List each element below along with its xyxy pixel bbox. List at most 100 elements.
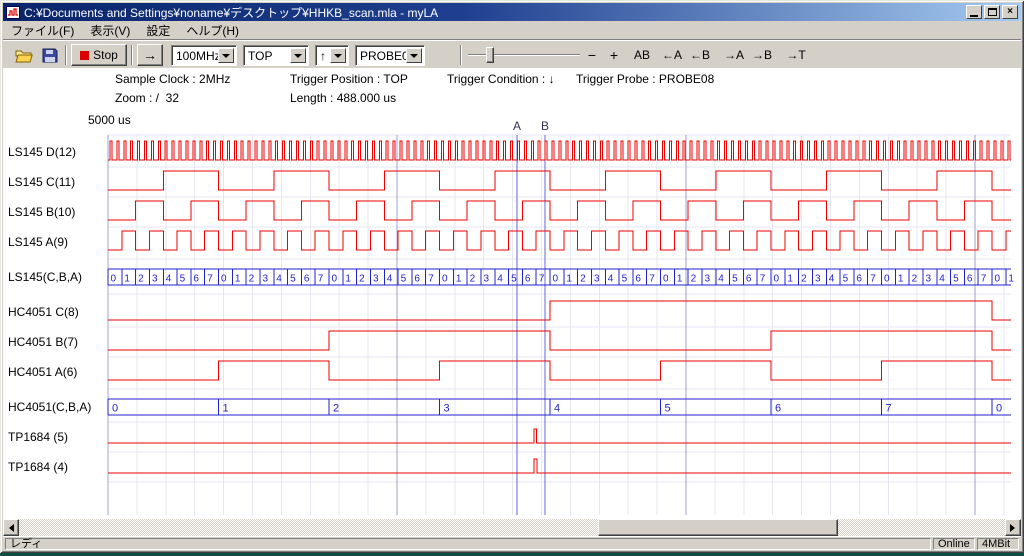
marker-layer: AB <box>513 119 549 515</box>
svg-text:2: 2 <box>801 274 807 285</box>
svg-text:5: 5 <box>290 274 296 285</box>
svg-text:3: 3 <box>594 274 600 285</box>
svg-text:4: 4 <box>497 274 503 285</box>
svg-text:2: 2 <box>580 274 586 285</box>
waveform-tp1684-4- <box>108 459 1011 473</box>
menu-view[interactable]: 表示(V) <box>82 20 138 41</box>
svg-text:0: 0 <box>442 274 448 285</box>
signal-layer: 0123456701234567012345670123456701234567… <box>108 141 1014 473</box>
svg-text:2: 2 <box>691 274 697 285</box>
goto-trigger-button[interactable]: →T <box>783 46 809 64</box>
close-button[interactable]: × <box>1002 5 1018 19</box>
stop-button[interactable]: Stop <box>71 44 127 66</box>
zoom-in-button[interactable]: + <box>605 46 623 64</box>
maximize-icon <box>988 8 997 16</box>
goto-b-left-button[interactable]: ←B <box>687 46 713 64</box>
minimize-icon <box>970 15 978 17</box>
svg-text:0: 0 <box>332 274 338 285</box>
svg-text:4: 4 <box>829 274 835 285</box>
goto-a-left-button[interactable]: ←A <box>659 46 685 64</box>
svg-text:1: 1 <box>223 403 229 415</box>
status-memory: 4MBit <box>977 538 1019 550</box>
clock-select[interactable]: 100MHz <box>171 45 237 66</box>
ab-span-button[interactable]: AB <box>629 46 655 64</box>
svg-text:6: 6 <box>775 403 781 415</box>
open-folder-icon <box>15 49 33 63</box>
svg-text:7: 7 <box>207 274 213 285</box>
svg-text:5: 5 <box>843 274 849 285</box>
svg-text:1: 1 <box>566 274 572 285</box>
svg-text:7: 7 <box>981 274 987 285</box>
svg-text:4: 4 <box>718 274 724 285</box>
svg-text:3: 3 <box>704 274 710 285</box>
svg-text:4: 4 <box>554 403 560 415</box>
chevron-down-icon[interactable] <box>406 48 422 63</box>
svg-text:2: 2 <box>470 274 476 285</box>
svg-text:0: 0 <box>112 403 118 415</box>
goto-b-right-button[interactable]: →B <box>749 46 775 64</box>
svg-text:6: 6 <box>525 274 531 285</box>
marker-label-B: B <box>541 119 549 133</box>
clock-select-value: 100MHz <box>176 48 221 64</box>
grid-layer <box>108 135 1011 515</box>
toolbar-separator <box>131 45 133 65</box>
svg-text:5: 5 <box>953 274 959 285</box>
svg-text:2: 2 <box>912 274 918 285</box>
waveform-ls145-b-10- <box>108 201 1011 220</box>
menu-file[interactable]: ファイル(F) <box>3 20 82 41</box>
save-button[interactable] <box>38 45 62 66</box>
chevron-down-icon[interactable] <box>330 48 346 63</box>
svg-text:4: 4 <box>276 274 282 285</box>
scroll-right-button[interactable] <box>1005 519 1021 536</box>
slider-thumb[interactable] <box>486 47 494 63</box>
minimize-button[interactable] <box>966 5 982 19</box>
svg-text:0: 0 <box>995 274 1001 285</box>
window-title: C:¥Documents and Settings¥noname¥デスクトップ¥… <box>24 4 966 21</box>
scroll-left-button[interactable] <box>3 519 19 536</box>
toolbar-separator <box>65 45 67 65</box>
svg-text:5: 5 <box>180 274 186 285</box>
svg-text:5: 5 <box>732 274 738 285</box>
svg-text:0: 0 <box>663 274 669 285</box>
menu-help[interactable]: ヘルプ(H) <box>178 20 247 41</box>
slider-track <box>468 54 580 56</box>
scroll-thumb[interactable] <box>598 519 838 536</box>
svg-text:7: 7 <box>649 274 655 285</box>
svg-text:1: 1 <box>787 274 793 285</box>
goto-a-right-button[interactable]: →A <box>721 46 747 64</box>
svg-text:3: 3 <box>262 274 268 285</box>
waveform-canvas[interactable]: AB01234567012345670123456701234567012345… <box>3 68 1021 519</box>
svg-text:0: 0 <box>996 403 1002 415</box>
zoom-out-button[interactable]: − <box>583 46 601 64</box>
svg-text:1: 1 <box>124 274 130 285</box>
run-button[interactable]: → <box>137 44 163 66</box>
trigger-edge-value: ↑ <box>320 48 326 64</box>
stop-label: Stop <box>93 48 118 62</box>
svg-text:2: 2 <box>359 274 365 285</box>
trigger-position-select[interactable]: TOP <box>243 45 309 66</box>
trigger-edge-select[interactable]: ↑ <box>315 45 349 66</box>
chevron-down-icon[interactable] <box>290 48 306 63</box>
svg-text:6: 6 <box>856 274 862 285</box>
status-message: レディ <box>5 538 931 550</box>
svg-text:0: 0 <box>884 274 890 285</box>
waveform-hc4051-a-6- <box>108 361 1011 380</box>
svg-text:0: 0 <box>553 274 559 285</box>
h-scrollbar[interactable] <box>3 519 1021 536</box>
svg-text:5: 5 <box>622 274 628 285</box>
maximize-button[interactable] <box>984 5 1000 19</box>
zoom-slider[interactable] <box>468 47 580 63</box>
window-controls: × <box>966 5 1018 19</box>
svg-text:1: 1 <box>235 274 241 285</box>
svg-text:0: 0 <box>111 274 117 285</box>
open-button[interactable] <box>12 45 36 66</box>
toolbar-separator <box>460 45 462 65</box>
menu-settings[interactable]: 設定 <box>138 20 178 41</box>
chevron-down-icon[interactable] <box>218 48 234 63</box>
svg-text:4: 4 <box>608 274 614 285</box>
svg-text:3: 3 <box>925 274 931 285</box>
title-bar[interactable]: C:¥Documents and Settings¥noname¥デスクトップ¥… <box>3 3 1021 21</box>
svg-text:1: 1 <box>677 274 683 285</box>
trigger-probe-select[interactable]: PROBE00 <box>355 45 425 66</box>
svg-text:2: 2 <box>249 274 255 285</box>
